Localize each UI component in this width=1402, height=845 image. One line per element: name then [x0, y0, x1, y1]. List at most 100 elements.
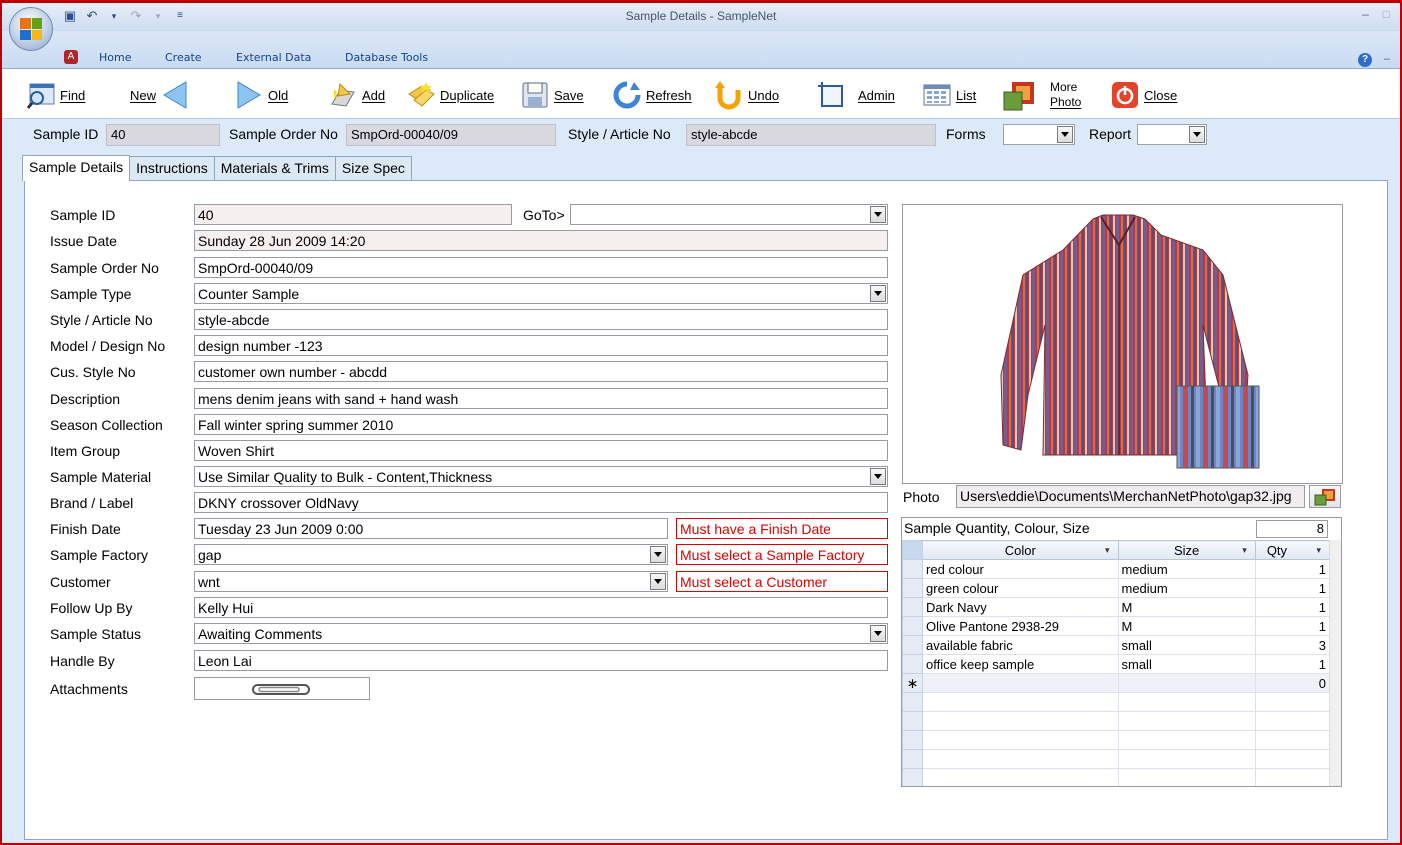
issue-date-field[interactable]: Sunday 28 Jun 2009 14:20 [194, 230, 888, 251]
header-style-field[interactable]: style-abcde [686, 124, 936, 146]
office-button[interactable] [9, 7, 53, 51]
tab-instructions[interactable]: Instructions [129, 156, 215, 180]
sample-material-select[interactable]: Use Similar Quality to Bulk - Content,Th… [194, 466, 888, 487]
finish-date-field[interactable]: Tuesday 23 Jun 2009 0:00 [194, 518, 668, 539]
header-order-field[interactable]: SmpOrd-00040/09 [346, 124, 556, 146]
refresh-button[interactable]: Refresh [612, 79, 692, 111]
ribbon-tab-database-tools[interactable]: Database Tools [345, 51, 428, 64]
label-handle-by: Handle By [50, 653, 115, 669]
admin-button[interactable]: Admin [816, 79, 895, 111]
label-sample-order-no: Sample Order No [50, 260, 159, 276]
undo-button[interactable]: Undo [714, 79, 779, 111]
power-icon [1110, 80, 1140, 110]
photo-label: Photo [903, 489, 940, 505]
new-record-icon[interactable]: ∗ [902, 673, 924, 693]
close-button[interactable]: Close [1110, 79, 1177, 111]
ribbon-minimize-icon[interactable]: – [1384, 53, 1390, 65]
more-photo-button[interactable]: More Photo [1002, 79, 1081, 111]
item-group-field[interactable]: Woven Shirt [194, 440, 888, 461]
table-row [902, 711, 1331, 731]
select-all-cell[interactable] [902, 540, 924, 560]
table-row[interactable]: office keep sample small 1 [902, 654, 1331, 674]
model-design-no-field[interactable]: design number -123 [194, 335, 888, 356]
tab-materials-trims[interactable]: Materials & Trims [213, 156, 336, 180]
chevron-down-icon[interactable] [650, 573, 666, 590]
chevron-down-icon[interactable] [870, 285, 886, 302]
product-photo[interactable] [902, 204, 1343, 484]
chevron-down-icon[interactable] [650, 546, 666, 563]
chevron-down-icon[interactable] [1057, 126, 1073, 143]
header-order-label: Sample Order No [229, 126, 338, 142]
column-header-qty[interactable]: Qty ▾ [1254, 540, 1331, 560]
minimize-icon[interactable]: – [1362, 7, 1369, 21]
label-season-collection: Season Collection [50, 417, 163, 433]
customer-select[interactable]: wnt [194, 571, 668, 592]
browse-photo-button[interactable] [1309, 485, 1341, 508]
style-article-no-field[interactable]: style-abcde [194, 309, 888, 330]
quantity-total: 8 [1256, 520, 1328, 538]
chevron-down-icon[interactable] [870, 468, 886, 485]
ribbon-tab-home[interactable]: Home [99, 51, 131, 64]
add-icon [328, 80, 358, 110]
chevron-down-icon[interactable]: ▾ [1105, 545, 1110, 556]
save-button[interactable]: Save [520, 79, 584, 111]
find-button[interactable]: Find [26, 79, 85, 111]
column-header-size[interactable]: Size ▾ [1117, 540, 1256, 560]
customer-error: Must select a Customer [676, 571, 888, 592]
quantity-title: Sample Quantity, Colour, Size [904, 520, 1090, 536]
shirt-image [1000, 214, 1260, 469]
photo-path-field[interactable]: Users\eddie\Documents\MerchanNetPhoto\ga… [956, 485, 1305, 508]
list-button[interactable]: List [922, 79, 976, 111]
help-icon[interactable]: ? [1358, 53, 1372, 67]
label-style-article-no: Style / Article No [50, 312, 153, 328]
chevron-down-icon[interactable] [870, 206, 886, 223]
header-sample-id-field[interactable]: 40 [106, 124, 220, 146]
sample-factory-error: Must select a Sample Factory [676, 544, 888, 565]
brand-label-field[interactable]: DKNY crossover OldNavy [194, 492, 888, 513]
attachments-field[interactable] [194, 677, 370, 700]
arrow-left-icon [160, 80, 190, 110]
description-field[interactable]: mens denim jeans with sand + hand wash [194, 388, 888, 409]
photo-icon [1002, 80, 1034, 111]
column-header-color[interactable]: Color ▾ [922, 540, 1119, 560]
goto-select[interactable] [570, 204, 888, 225]
sample-type-select[interactable]: Counter Sample [194, 283, 888, 304]
add-button[interactable]: Add [328, 79, 385, 111]
table-row[interactable]: green colour medium 1 [902, 578, 1331, 598]
label-follow-up-by: Follow Up By [50, 600, 133, 616]
ribbon-tab-external-data[interactable]: External Data [236, 51, 311, 64]
table-row [902, 730, 1331, 750]
report-select[interactable] [1137, 124, 1207, 145]
table-row[interactable]: Olive Pantone 2938-29 M 1 [902, 616, 1331, 636]
table-row[interactable]: available fabric small 3 [902, 635, 1331, 655]
cus-style-no-field[interactable]: customer own number - abcdd [194, 361, 888, 382]
table-row[interactable]: Dark Navy M 1 [902, 597, 1331, 617]
duplicate-button[interactable]: Duplicate [406, 79, 494, 111]
tab-size-spec[interactable]: Size Spec [334, 156, 412, 180]
follow-up-by-field[interactable]: Kelly Hui [194, 597, 888, 618]
old-button[interactable]: Old [234, 79, 288, 111]
vertical-scrollbar[interactable] [1329, 540, 1341, 786]
photo-icon [1314, 488, 1335, 505]
table-row [902, 768, 1331, 786]
chevron-down-icon[interactable] [870, 625, 886, 642]
header-style-label: Style / Article No [568, 126, 671, 142]
new-record-row[interactable]: ∗ 0 [902, 673, 1331, 693]
sample-order-no-field[interactable]: SmpOrd-00040/09 [194, 257, 888, 278]
ribbon-tab-create[interactable]: Create [165, 51, 202, 64]
tab-sample-details[interactable]: Sample Details [22, 155, 131, 181]
season-collection-field[interactable]: Fall winter spring summer 2010 [194, 414, 888, 435]
sample-id-field[interactable]: 40 [194, 204, 512, 225]
chevron-down-icon[interactable]: ▾ [1316, 545, 1321, 556]
table-row[interactable]: red colour medium 1 [902, 559, 1331, 579]
label-customer: Customer [50, 574, 111, 590]
handle-by-field[interactable]: Leon Lai [194, 650, 888, 671]
chevron-down-icon[interactable]: ▾ [1242, 545, 1247, 556]
new-button[interactable]: New [130, 79, 190, 111]
access-icon: A [64, 50, 78, 64]
sample-status-select[interactable]: Awaiting Comments [194, 623, 888, 644]
forms-select[interactable] [1003, 124, 1075, 145]
restore-icon[interactable]: □ [1383, 7, 1390, 21]
chevron-down-icon[interactable] [1189, 126, 1205, 143]
sample-factory-select[interactable]: gap [194, 544, 668, 565]
